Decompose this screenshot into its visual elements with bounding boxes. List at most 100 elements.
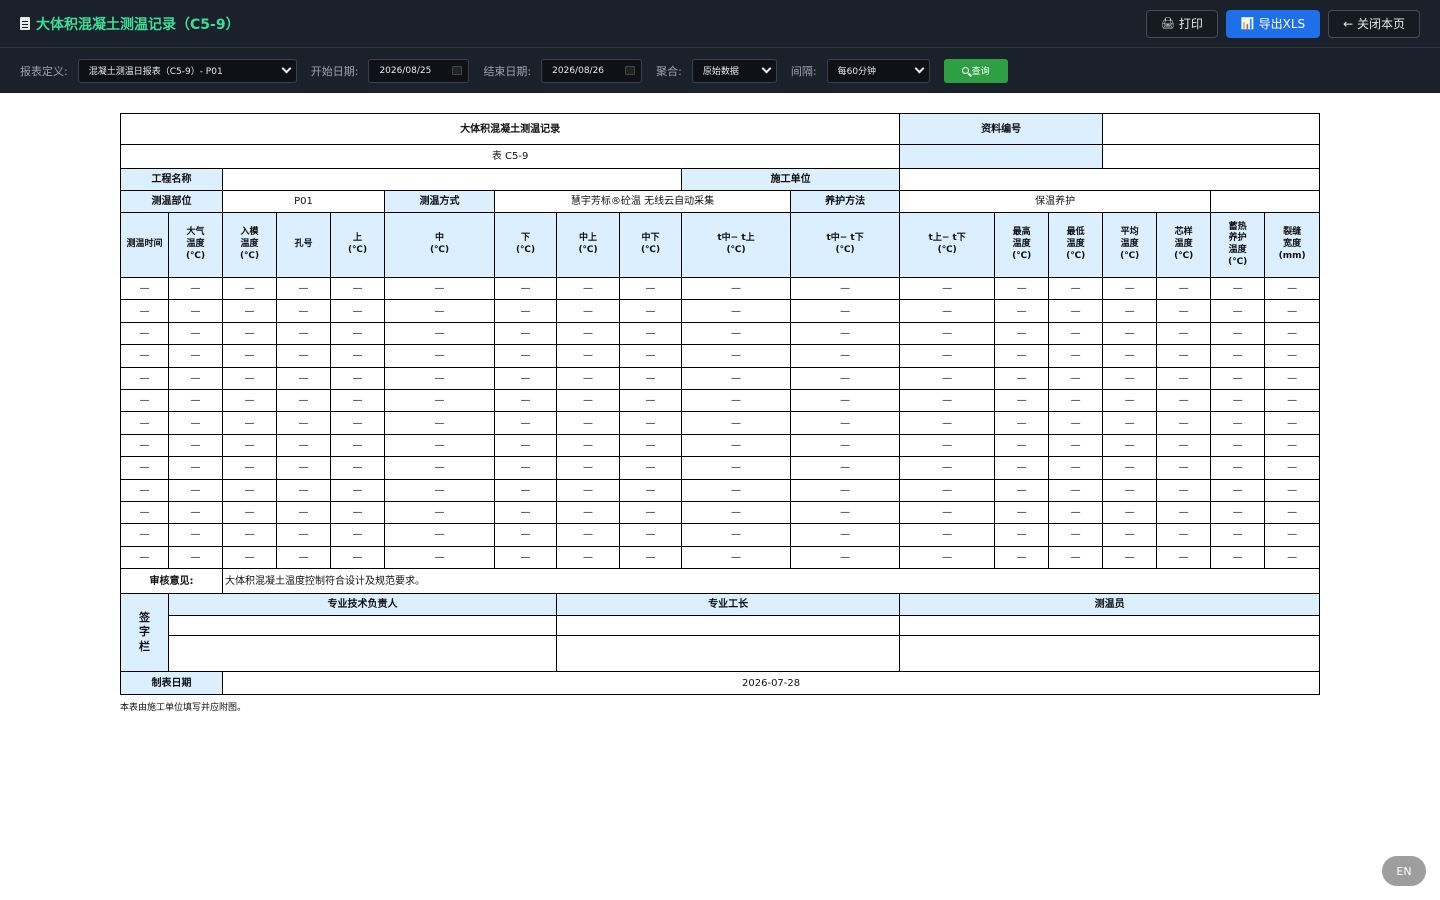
- table-cell: —: [619, 433, 682, 458]
- column-header: 下 (℃): [494, 212, 557, 278]
- end-date-input[interactable]: 2026/08/26: [541, 58, 643, 83]
- report-sheet: 大体积混凝土测温记录 资料编号 表 C5-9 工程名称 施工单位 测温部位 P0…: [119, 113, 1321, 713]
- calendar-icon[interactable]: [625, 66, 636, 75]
- table-row: — — — — — — — — — — — — — — — — — —: [120, 344, 1321, 368]
- table-cell: —: [120, 478, 169, 502]
- table-cell: —: [899, 500, 996, 525]
- export-button-label: 导出XLS: [1258, 17, 1306, 31]
- table-cell: —: [1264, 456, 1321, 480]
- table-cell: —: [1048, 456, 1104, 480]
- aggregation-select[interactable]: 原始数据: [691, 58, 777, 83]
- table-cell: —: [1264, 411, 1321, 435]
- table-cell: —: [556, 478, 620, 502]
- table-cell: —: [330, 500, 385, 525]
- doc-no-label: 资料编号: [899, 113, 1104, 145]
- table-cell: —: [494, 276, 557, 301]
- end-date-label: 结束日期:: [483, 64, 532, 78]
- table-cell: —: [168, 523, 223, 547]
- table-cell: —: [222, 478, 277, 502]
- table-cell: —: [1102, 433, 1158, 458]
- sign-cell: [168, 635, 557, 673]
- table-cell: —: [789, 388, 901, 413]
- title-bar: 大体积混凝土测温记录（C5-9） 🖨 打印 📊 导出XLS ← 关闭本页: [0, 0, 1440, 48]
- table-cell: —: [619, 523, 682, 547]
- table-cell: —: [1210, 545, 1266, 570]
- table-cell: —: [1264, 478, 1321, 502]
- print-button[interactable]: 🖨 打印: [1145, 9, 1218, 38]
- table-cell: —: [681, 545, 791, 570]
- location-value: P01: [222, 190, 385, 213]
- table-cell: —: [384, 299, 495, 323]
- table-cell: —: [1210, 299, 1266, 323]
- table-cell: —: [384, 366, 495, 390]
- table-cell: —: [1048, 344, 1104, 368]
- table-cell: —: [899, 456, 996, 480]
- table-cell: —: [1156, 545, 1212, 570]
- table-cell: —: [681, 478, 791, 502]
- column-header: 蓄热 养护 温度 (℃): [1210, 212, 1266, 278]
- table-cell: —: [168, 321, 223, 346]
- table-cell: —: [276, 433, 331, 458]
- export-xls-button[interactable]: 📊 导出XLS: [1225, 9, 1321, 38]
- table-cell: —: [789, 433, 901, 458]
- table-cell: —: [120, 299, 169, 323]
- table-cell: —: [120, 433, 169, 458]
- table-cell: —: [222, 299, 277, 323]
- start-date-input[interactable]: 2026/08/25: [368, 58, 470, 83]
- column-header: 芯样 温度 (℃): [1156, 212, 1212, 278]
- table-cell: —: [1156, 456, 1212, 480]
- table-cell: —: [494, 500, 557, 525]
- report-def-select[interactable]: 混凝土测温日报表（C5-9）- P01: [77, 58, 297, 83]
- doc-no-value: [1102, 113, 1321, 145]
- table-cell: —: [222, 321, 277, 346]
- table-cell: —: [494, 411, 557, 435]
- table-cell: —: [899, 411, 996, 435]
- location-label: 测温部位: [120, 190, 223, 213]
- table-cell: —: [994, 545, 1050, 570]
- query-button[interactable]: 查询: [943, 58, 1008, 83]
- document-icon: [20, 17, 30, 30]
- table-cell: —: [556, 344, 620, 368]
- table-cell: —: [1156, 523, 1212, 547]
- sign-role-tech-lead: 专业技术负责人: [168, 593, 557, 617]
- table-cell: —: [1210, 321, 1266, 346]
- signature-label: 签 字 栏: [120, 593, 169, 673]
- table-cell: —: [276, 411, 331, 435]
- table-cell: —: [120, 500, 169, 525]
- table-cell: —: [789, 411, 901, 435]
- table-cell: —: [556, 545, 620, 570]
- sign-cell: [555, 635, 901, 673]
- table-cell: —: [681, 276, 791, 301]
- table-cell: —: [276, 299, 331, 323]
- table-cell: —: [494, 321, 557, 346]
- table-cell: —: [1156, 366, 1212, 390]
- table-cell: —: [120, 388, 169, 413]
- table-cell: —: [120, 545, 169, 570]
- table-cell: —: [681, 366, 791, 390]
- table-cell: —: [619, 344, 682, 368]
- table-cell: —: [168, 366, 223, 390]
- column-header: 最低 温度 (℃): [1048, 212, 1104, 278]
- language-toggle-button[interactable]: EN: [1382, 856, 1426, 886]
- curing-label: 养护方法: [789, 190, 901, 213]
- table-cell: —: [1156, 411, 1212, 435]
- table-cell: —: [994, 344, 1050, 368]
- table-cell: —: [494, 545, 557, 570]
- table-cell: —: [1048, 299, 1104, 323]
- table-row: — — — — — — — — — — — — — — — — — —: [120, 299, 1321, 323]
- calendar-icon[interactable]: [452, 66, 463, 75]
- review-label: 审核意见:: [120, 568, 223, 595]
- table-cell: —: [276, 321, 331, 346]
- close-page-button[interactable]: ← 关闭本页: [1328, 9, 1420, 38]
- table-cell: —: [681, 433, 791, 458]
- table-cell: —: [1210, 276, 1266, 301]
- table-cell: —: [619, 321, 682, 346]
- table-cell: —: [168, 456, 223, 480]
- table-cell: —: [1102, 276, 1158, 301]
- table-cell: —: [168, 500, 223, 525]
- table-cell: —: [494, 344, 557, 368]
- column-header: 大气 温度 (℃): [168, 212, 223, 278]
- table-cell: —: [1102, 388, 1158, 413]
- table-row: — — — — — — — — — — — — — — — — — —: [120, 321, 1321, 346]
- interval-select[interactable]: 每60分钟: [826, 58, 930, 83]
